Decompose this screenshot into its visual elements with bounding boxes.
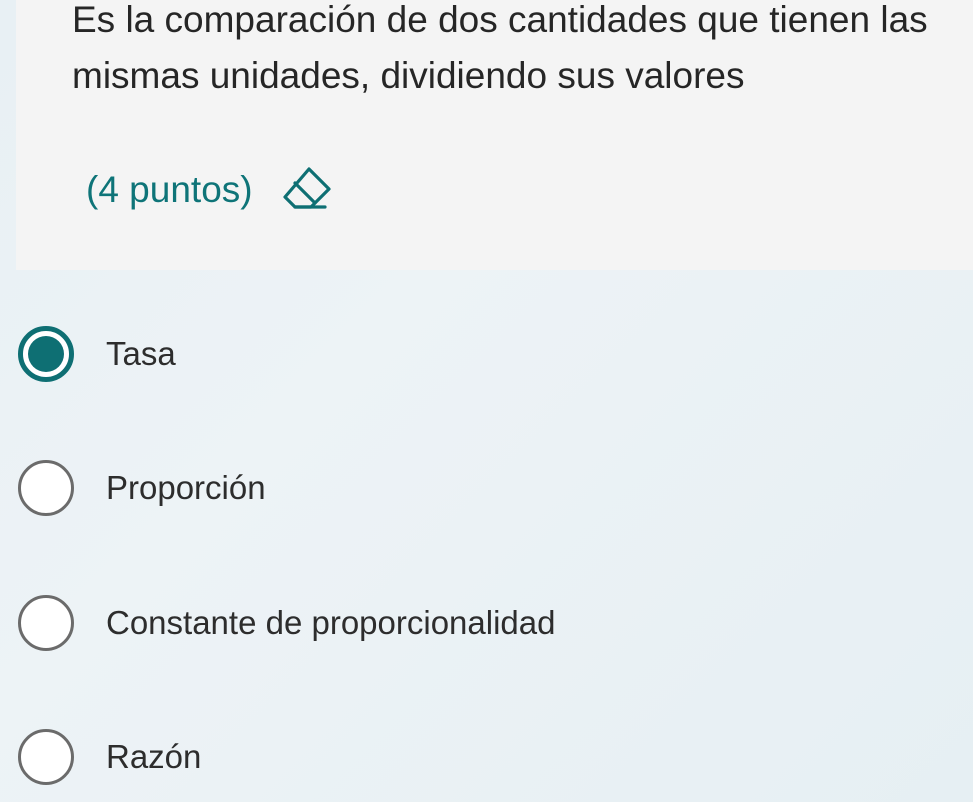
option-label: Tasa	[106, 335, 176, 372]
radio-dot-icon	[28, 336, 64, 372]
radio-selected-icon[interactable]	[18, 326, 74, 382]
eraser-icon[interactable]	[279, 163, 333, 217]
radio-unselected-icon[interactable]	[18, 460, 74, 516]
points-row: (4 puntos)	[86, 160, 333, 220]
option-label: Constante de proporcionalidad	[106, 604, 556, 641]
option-label: Proporción	[106, 469, 266, 506]
option-proporcion[interactable]: Proporción	[18, 458, 918, 518]
radio-unselected-icon[interactable]	[18, 729, 74, 785]
option-tasa[interactable]: Tasa	[18, 324, 918, 384]
question-text: Es la comparación de dos cantidades que …	[72, 0, 928, 96]
points-label: (4 puntos)	[86, 169, 253, 210]
option-label: Razón	[106, 738, 202, 775]
option-razon[interactable]: Razón	[18, 727, 918, 787]
question-card: Es la comparación de dos cantidades que …	[16, 0, 973, 270]
radio-unselected-icon[interactable]	[18, 595, 74, 651]
option-constante[interactable]: Constante de proporcionalidad	[18, 593, 918, 653]
